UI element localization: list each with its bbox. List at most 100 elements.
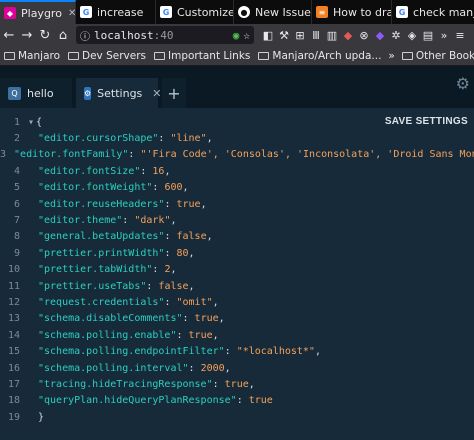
bookmark-other-bookmarks[interactable]: Other Bookmarks [398,50,474,62]
extension-gear-icon[interactable]: ✲ [388,29,404,42]
bookmark-star-icon[interactable]: ☆ [243,29,250,42]
comma: , [206,231,213,243]
line-number: 10 [7,264,20,276]
extension-status-icon[interactable]: ◉ [233,29,240,42]
tab-hello[interactable]: Q hello [0,78,72,108]
setting-key: "editor.fontWeight" [38,182,153,194]
bookmark-manjaro-arch-updates[interactable]: Manjaro/Arch upda... [254,50,385,62]
browser-tab-customize[interactable]: G Customize [156,0,234,24]
code-line: 6 "editor.reuseHeaders": true, [0,196,474,212]
overflow-chevron-icon[interactable]: » [436,29,452,42]
browser-tab-label: increase [97,5,144,19]
extension-icon[interactable]: ◧ [260,29,276,42]
colon: : [158,132,171,144]
close-icon[interactable]: ✕ [68,8,75,19]
code-line: 10 "prettier.tabWidth": 2, [0,262,474,278]
sidebar-icon[interactable]: ▥ [324,29,340,42]
google-icon: G [80,6,92,18]
code-line: 13 "schema.disableComments": true, [0,311,474,327]
setting-value: "omit" [176,296,213,308]
browser-tab-playground[interactable]: ◆ Playgro ✕ [0,0,76,24]
browser-tab-new-issue[interactable]: ● New Issue [234,0,312,24]
code-line: 8 "general.betaUpdates": false, [0,229,474,245]
setting-value: "*localhost*" [236,346,315,358]
tab-label: Settings [97,86,143,100]
bookmark-dev-servers[interactable]: Dev Servers [64,50,150,62]
page-info-icon[interactable]: ⓘ [80,28,90,43]
bookmarks-overflow-chevron-icon[interactable]: » [385,50,397,62]
settings-icon: ⚙ [84,86,92,100]
browser-tab-increase[interactable]: G increase [76,0,156,24]
comma: , [206,132,213,144]
comma: , [212,329,219,341]
close-icon[interactable]: ✕ [152,87,161,100]
setting-value: "line" [170,132,207,144]
wrench-icon[interactable]: ⚒ [276,29,292,42]
browser-tab-how-to-draw[interactable]: ≡ How to dra [312,0,392,24]
comma: , [248,378,255,390]
extension-purple-icon[interactable]: ◆ [372,29,388,42]
setting-value: "dark" [134,214,171,226]
comma: , [182,182,189,194]
bookmark-manjaro[interactable]: Manjaro [0,50,64,62]
code-line: 3 "editor.fontFamily": "'Fira Code', 'Con… [0,147,474,163]
menu-icon[interactable]: ≡ [452,29,468,42]
folder-icon [4,51,15,60]
colon: : [164,198,177,210]
comma: , [314,346,321,358]
colon: : [128,149,141,161]
setting-value: true [224,378,249,390]
colon: : [236,395,249,407]
colon: : [122,214,135,226]
gear-icon[interactable]: ⚙ [456,74,470,93]
back-arrow-icon[interactable]: ← [0,28,18,43]
url-bar[interactable]: ⓘ localhost:40 ◉ ☆ [76,26,254,44]
comma: , [224,362,231,374]
code-line: 18 "queryPlan.hideQueryPlanResponse": tru… [0,393,474,409]
line-number: 8 [13,231,20,243]
setting-key: "prettier.tabWidth" [38,264,153,276]
code-line: 4 "editor.fontSize": 16, [0,163,474,179]
close-brace: } [38,411,45,423]
comma: , [170,264,177,276]
code-line: 17 "tracing.hideTracingResponse": true, [0,376,474,392]
line-number: 17 [7,378,20,390]
add-tab-button[interactable]: + [162,78,186,108]
folder-icon [154,51,166,60]
code-line: 19} [0,409,474,425]
grid-icon[interactable]: ⊞ [292,29,308,42]
colon: : [164,296,177,308]
line-number: 19 [7,411,20,423]
browser-tab-check-manjaro[interactable]: G check manj [392,0,474,24]
comma: , [188,280,195,292]
colon: : [152,264,165,276]
forward-arrow-icon[interactable]: → [18,28,36,43]
line-number: 11 [7,280,20,292]
setting-value: 80 [176,247,189,259]
bookmark-important-links[interactable]: Important Links [150,50,254,62]
code-line: 5 "editor.fontWeight": 600, [0,180,474,196]
line-number: 16 [7,362,20,374]
setting-key: "schema.polling.interval" [38,362,189,374]
pocket-icon[interactable]: ◆ [340,29,356,42]
settings-editor[interactable]: SAVE SETTINGS 1 ▾{2 "editor.cursorShape": … [0,108,474,440]
home-icon[interactable]: ⌂ [54,28,72,43]
browser-tab-label: Playgro [21,6,62,20]
tab-settings[interactable]: ⚙ Settings ✕ [76,78,162,108]
browser-tab-label: How to dra [333,5,392,19]
line-number: 13 [7,313,20,325]
code-line: 11 "prettier.useTabs": false, [0,278,474,294]
extension-list-icon[interactable]: ▤ [420,29,436,42]
colon: : [164,231,177,243]
colon: : [224,346,237,358]
code-line: 1 ▾{ [0,114,474,130]
library-icon[interactable]: Ⅲ [308,29,324,42]
fold-arrow-icon[interactable]: ▾ [28,117,34,128]
setting-key: "tracing.hideTracingResponse" [38,378,213,390]
line-number: 18 [7,395,20,407]
navigation-bar: ← → ↻ ⌂ ⓘ localhost:40 ◉ ☆ ◧ ⚒ ⊞ Ⅲ ▥ ◆ ⊗… [0,24,474,46]
adblock-icon[interactable]: ⊗ [356,29,372,42]
comma: , [164,165,171,177]
reload-icon[interactable]: ↻ [36,28,54,43]
extension-blue-icon[interactable]: ◈ [404,29,420,42]
